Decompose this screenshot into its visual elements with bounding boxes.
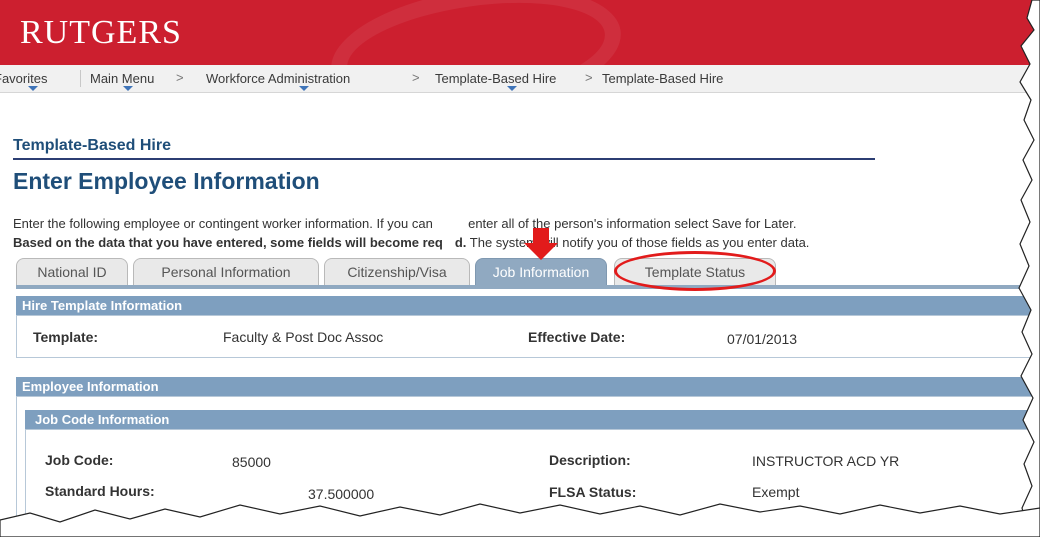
rutgers-logo: RUTGERS [20, 14, 182, 51]
instruction-text-part-b: enter all of the person's information se… [468, 216, 797, 231]
nav-main-menu[interactable]: Main Menu [90, 71, 154, 86]
red-arrow-icon [524, 228, 558, 260]
job-code-label: Job Code: [45, 452, 114, 468]
tab-job-information[interactable]: Job Information [475, 258, 607, 285]
tab-underline [16, 285, 1040, 289]
breadcrumb: Favorites Main Menu > Workforce Administ… [0, 65, 1040, 93]
nav-workforce-administration[interactable]: Workforce Administration [206, 71, 350, 86]
breadcrumb-separator: > [412, 70, 420, 85]
seal-watermark [322, 0, 630, 65]
main-menu-dropdown-icon[interactable] [123, 86, 133, 91]
page-title: Enter Employee Information [13, 168, 320, 194]
workforce-dropdown-icon[interactable] [299, 86, 309, 91]
standard-hours-value: 37.500000 [308, 486, 375, 502]
effective-date-value: 07/01/2013 [727, 331, 798, 347]
description-value: INSTRUCTOR ACD YR [752, 453, 900, 469]
job-code-information-panel [25, 429, 1040, 537]
flsa-status-value: Exempt [752, 484, 800, 500]
template-hire-dropdown-icon[interactable] [507, 86, 517, 91]
template-label: Template: [33, 329, 99, 345]
instruction-bold-text-end: d. [454, 235, 467, 250]
breadcrumb-separator: > [585, 70, 593, 85]
page-subtitle: Template-Based Hire [13, 137, 171, 154]
effective-date-label: Effective Date: [528, 329, 626, 345]
employee-information-header: Employee Information [16, 377, 1040, 396]
tab-citizenship-visa[interactable]: Citizenship/Visa [324, 258, 470, 285]
instruction-line-1: Enter the following employee or continge… [13, 216, 796, 231]
instruction-rest-text: The system will notify you of those fiel… [469, 235, 810, 250]
favorites-dropdown-icon[interactable] [28, 86, 38, 91]
flsa-status-label: FLSA Status: [549, 484, 637, 500]
tab-national-id[interactable]: National ID [16, 258, 128, 285]
hire-template-header: Hire Template Information [16, 296, 1040, 315]
nav-favorites[interactable]: Favorites [0, 71, 47, 86]
instruction-text-part-a: Enter the following employee or continge… [13, 216, 433, 231]
nav-template-based-hire-current[interactable]: Template-Based Hire [602, 71, 723, 86]
nav-template-based-hire[interactable]: Template-Based Hire [435, 71, 556, 86]
standard-hours-label: Standard Hours: [45, 483, 155, 499]
breadcrumb-separator: > [176, 70, 184, 85]
instruction-bold-text: Based on the data that you have entered,… [13, 235, 443, 250]
tab-personal-information[interactable]: Personal Information [133, 258, 319, 285]
description-label: Description: [549, 452, 631, 468]
annotation-circle [614, 251, 776, 291]
rutgers-header: RUTGERS [0, 0, 1040, 65]
job-code-value: 85000 [232, 454, 271, 470]
title-divider [13, 158, 875, 160]
template-value: Faculty & Post Doc Assoc [223, 329, 384, 345]
nav-divider [80, 70, 81, 87]
instruction-line-2: Based on the data that you have entered,… [13, 235, 809, 250]
job-code-information-header: Job Code Information [25, 410, 1040, 429]
